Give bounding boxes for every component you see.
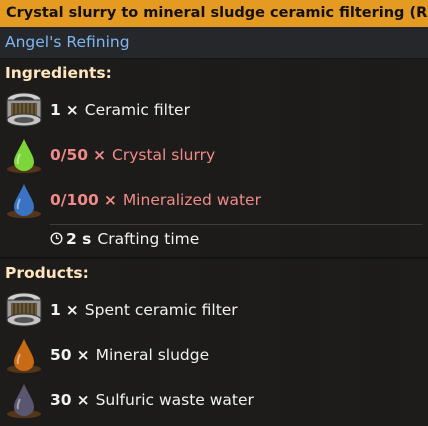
product-row: 50 × Mineral sludge	[0, 332, 428, 377]
product-qty: 30	[50, 390, 72, 409]
products-heading: Products:	[5, 264, 89, 282]
product-row: 30 × Sulfuric waste water	[0, 377, 428, 422]
recipe-tooltip: Crystal slurry to mineral sludge ceramic…	[0, 0, 428, 426]
mineralized-water-icon	[3, 179, 45, 221]
product-name: Sulfuric waste water	[95, 390, 254, 409]
times-sign: ×	[76, 345, 90, 364]
spent-ceramic-filter-icon	[3, 289, 45, 331]
ingredient-name: Mineralized water	[122, 190, 261, 209]
crafting-time-label: Crafting time	[97, 229, 200, 248]
ingredient-row: 1 × Ceramic filter	[0, 87, 428, 132]
recipe-title: Crystal slurry to mineral sludge ceramic…	[0, 0, 428, 27]
sulfuric-waste-water-icon	[3, 379, 45, 421]
ingredient-qty: 1	[50, 100, 61, 119]
product-row: 1 × Spent ceramic filter	[0, 287, 428, 332]
times-sign: ×	[93, 145, 107, 164]
product-qty: 50	[50, 345, 72, 364]
ingredients-heading: Ingredients:	[5, 64, 112, 82]
ceramic-filter-icon	[3, 89, 45, 131]
ingredient-name: Crystal slurry	[112, 145, 216, 164]
times-sign: ×	[103, 190, 117, 209]
product-name: Spent ceramic filter	[84, 300, 238, 319]
crafting-time-row: 2 s Crafting time	[0, 222, 428, 255]
ingredient-name: Ceramic filter	[84, 100, 190, 119]
ingredient-row: 0/100 × Mineralized water	[0, 177, 428, 222]
mod-name: Angel's Refining	[0, 27, 428, 59]
crystal-slurry-icon	[3, 134, 45, 176]
crafting-divider	[50, 224, 422, 225]
product-qty: 1	[50, 300, 61, 319]
crafting-time-value: 2 s	[66, 229, 92, 248]
times-sign: ×	[76, 390, 90, 409]
clock-icon	[50, 232, 63, 245]
product-name: Mineral sludge	[95, 345, 210, 364]
ingredient-qty: 0/50	[50, 145, 89, 164]
ingredient-row: 0/50 × Crystal slurry	[0, 132, 428, 177]
mineral-sludge-icon	[3, 334, 45, 376]
times-sign: ×	[65, 100, 79, 119]
ingredient-qty: 0/100	[50, 190, 99, 209]
times-sign: ×	[65, 300, 79, 319]
